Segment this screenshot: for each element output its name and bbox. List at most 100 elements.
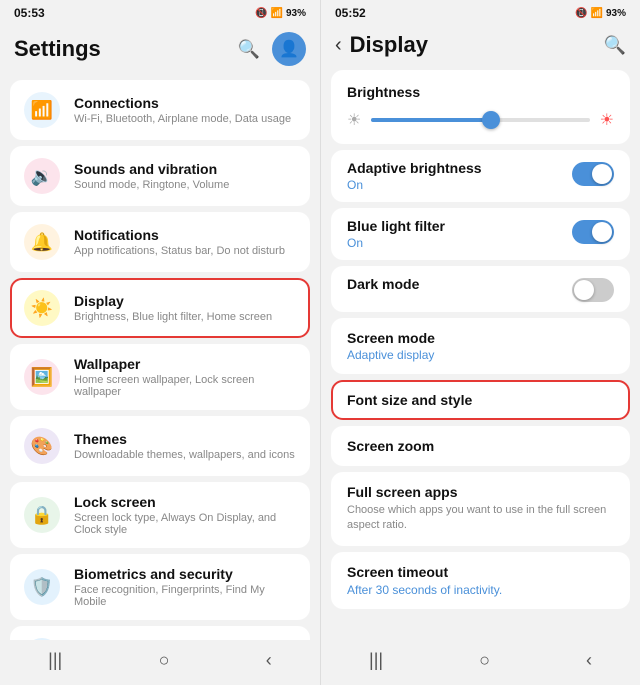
themes-icon: 🎨 [24, 428, 60, 464]
settings-search-button[interactable]: 🔍 [238, 39, 260, 60]
wallpaper-icon: 🖼️ [24, 359, 60, 395]
right-back-button[interactable]: ‹ [586, 650, 592, 671]
blue-light-text: Blue light filter On [347, 218, 445, 250]
battery-icon: 93% [286, 8, 306, 19]
adaptive-brightness-title: Adaptive brightness [347, 160, 482, 176]
right-signal-icon: 📶 [591, 8, 603, 19]
sounds-text: Sounds and vibration Sound mode, Rington… [74, 161, 229, 191]
notifications-text: Notifications App notifications, Status … [74, 227, 285, 257]
connections-subtitle: Wi-Fi, Bluetooth, Airplane mode, Data us… [74, 113, 291, 125]
notifications-title: Notifications [74, 227, 285, 243]
recent-apps-button[interactable]: ||| [48, 650, 62, 671]
sounds-subtitle: Sound mode, Ringtone, Volume [74, 179, 229, 191]
screen-zoom-title: Screen zoom [347, 438, 434, 454]
settings-item-privacy[interactable]: 🛡️ Privacy Permission manager [10, 626, 310, 640]
screen-zoom-row[interactable]: Screen zoom [331, 426, 630, 466]
user-avatar[interactable]: 👤 [272, 32, 306, 66]
left-time: 05:53 [14, 6, 45, 20]
back-button[interactable]: ‹ [266, 650, 272, 671]
settings-item-connections[interactable]: 📶 Connections Wi-Fi, Bluetooth, Airplane… [10, 80, 310, 140]
settings-item-notifications[interactable]: 🔔 Notifications App notifications, Statu… [10, 212, 310, 272]
lock-screen-title: Lock screen [74, 494, 296, 510]
connections-title: Connections [74, 95, 291, 111]
screen-mode-row[interactable]: Screen mode Adaptive display [331, 318, 630, 374]
settings-item-themes[interactable]: 🎨 Themes Downloadable themes, wallpapers… [10, 416, 310, 476]
left-bottom-nav: ||| ○ ‹ [0, 640, 320, 685]
blue-light-knob [592, 222, 612, 242]
brightness-row[interactable]: ☀ ☀ [347, 110, 614, 130]
settings-title: Settings [14, 36, 238, 62]
screen-mode-subtitle: Adaptive display [347, 348, 435, 362]
right-recent-apps-button[interactable]: ||| [369, 650, 383, 671]
home-button[interactable]: ○ [159, 650, 170, 671]
brightness-max-icon: ☀ [600, 110, 614, 130]
blue-light-toggle[interactable] [572, 220, 614, 244]
notifications-subtitle: App notifications, Status bar, Do not di… [74, 245, 285, 257]
display-icon: ☀️ [24, 290, 60, 326]
right-home-button[interactable]: ○ [479, 650, 490, 671]
adaptive-brightness-text: Adaptive brightness On [347, 160, 482, 192]
signal-icon: 📶 [271, 8, 283, 19]
blue-light-status: On [347, 236, 445, 250]
right-time: 05:52 [335, 6, 366, 20]
left-app-bar: Settings 🔍 👤 [0, 24, 320, 74]
adaptive-brightness-knob [592, 164, 612, 184]
sounds-icon: 🔉 [24, 158, 60, 194]
notifications-icon: 🔔 [24, 224, 60, 260]
brightness-min-icon: ☀ [347, 110, 361, 130]
adaptive-brightness-status: On [347, 178, 482, 192]
full-screen-apps-row[interactable]: Full screen apps Choose which apps you w… [331, 472, 630, 546]
dark-mode-knob [574, 280, 594, 300]
font-size-text: Font size and style [347, 392, 472, 408]
lock-screen-text: Lock screen Screen lock type, Always On … [74, 494, 296, 536]
display-screen-title: Display [350, 32, 596, 58]
themes-title: Themes [74, 431, 295, 447]
biometrics-text: Biometrics and security Face recognition… [74, 566, 296, 608]
settings-item-wallpaper[interactable]: 🖼️ Wallpaper Home screen wallpaper, Lock… [10, 344, 310, 410]
right-phone-panel: 05:52 📵 📶 93% ‹ Display 🔍 Brightness ☀ ☀ [320, 0, 640, 685]
display-search-button[interactable]: 🔍 [604, 35, 626, 56]
screen-zoom-text: Screen zoom [347, 438, 434, 454]
themes-subtitle: Downloadable themes, wallpapers, and ico… [74, 449, 295, 461]
settings-item-lock-screen[interactable]: 🔒 Lock screen Screen lock type, Always O… [10, 482, 310, 548]
wallpaper-title: Wallpaper [74, 356, 296, 372]
blue-light-row[interactable]: Blue light filter On [331, 208, 630, 260]
sounds-title: Sounds and vibration [74, 161, 229, 177]
screen-mode-text: Screen mode Adaptive display [347, 330, 435, 362]
display-settings-list: Brightness ☀ ☀ Adaptive brightness On Bl… [321, 66, 640, 640]
lock-screen-subtitle: Screen lock type, Always On Display, and… [74, 512, 296, 536]
settings-item-biometrics[interactable]: 🛡️ Biometrics and security Face recognit… [10, 554, 310, 620]
right-bottom-nav: ||| ○ ‹ [321, 640, 640, 685]
right-battery-label: 93% [606, 8, 626, 19]
screen-timeout-subtitle: After 30 seconds of inactivity. [347, 583, 614, 597]
left-phone-panel: 05:53 📵 📶 93% Settings 🔍 👤 📶 Connections… [0, 0, 320, 685]
brightness-card: Brightness ☀ ☀ [331, 70, 630, 144]
brightness-slider[interactable] [371, 118, 589, 122]
adaptive-brightness-toggle[interactable] [572, 162, 614, 186]
wallpaper-subtitle: Home screen wallpaper, Lock screen wallp… [74, 374, 296, 398]
display-back-button[interactable]: ‹ [335, 34, 342, 57]
sim-icon: 📵 [255, 8, 267, 19]
biometrics-title: Biometrics and security [74, 566, 296, 582]
screen-timeout-row[interactable]: Screen timeout After 30 seconds of inact… [331, 552, 630, 609]
blue-light-title: Blue light filter [347, 218, 445, 234]
connections-icon: 📶 [24, 92, 60, 128]
adaptive-brightness-row[interactable]: Adaptive brightness On [331, 150, 630, 202]
font-size-row[interactable]: Font size and style [331, 380, 630, 420]
dark-mode-text: Dark mode [347, 276, 419, 292]
dark-mode-row[interactable]: Dark mode [331, 266, 630, 312]
screen-mode-title: Screen mode [347, 330, 435, 346]
display-text: Display Brightness, Blue light filter, H… [74, 293, 272, 323]
brightness-thumb[interactable] [482, 111, 500, 129]
biometrics-subtitle: Face recognition, Fingerprints, Find My … [74, 584, 296, 608]
settings-item-sounds[interactable]: 🔉 Sounds and vibration Sound mode, Ringt… [10, 146, 310, 206]
dark-mode-toggle[interactable] [572, 278, 614, 302]
display-subtitle: Brightness, Blue light filter, Home scre… [74, 311, 272, 323]
display-app-bar: ‹ Display 🔍 [321, 24, 640, 66]
settings-item-display[interactable]: ☀️ Display Brightness, Blue light filter… [10, 278, 310, 338]
lock-screen-icon: 🔒 [24, 497, 60, 533]
connections-text: Connections Wi-Fi, Bluetooth, Airplane m… [74, 95, 291, 125]
full-screen-apps-title: Full screen apps [347, 484, 614, 500]
settings-list: 📶 Connections Wi-Fi, Bluetooth, Airplane… [0, 74, 320, 640]
biometrics-icon: 🛡️ [24, 569, 60, 605]
